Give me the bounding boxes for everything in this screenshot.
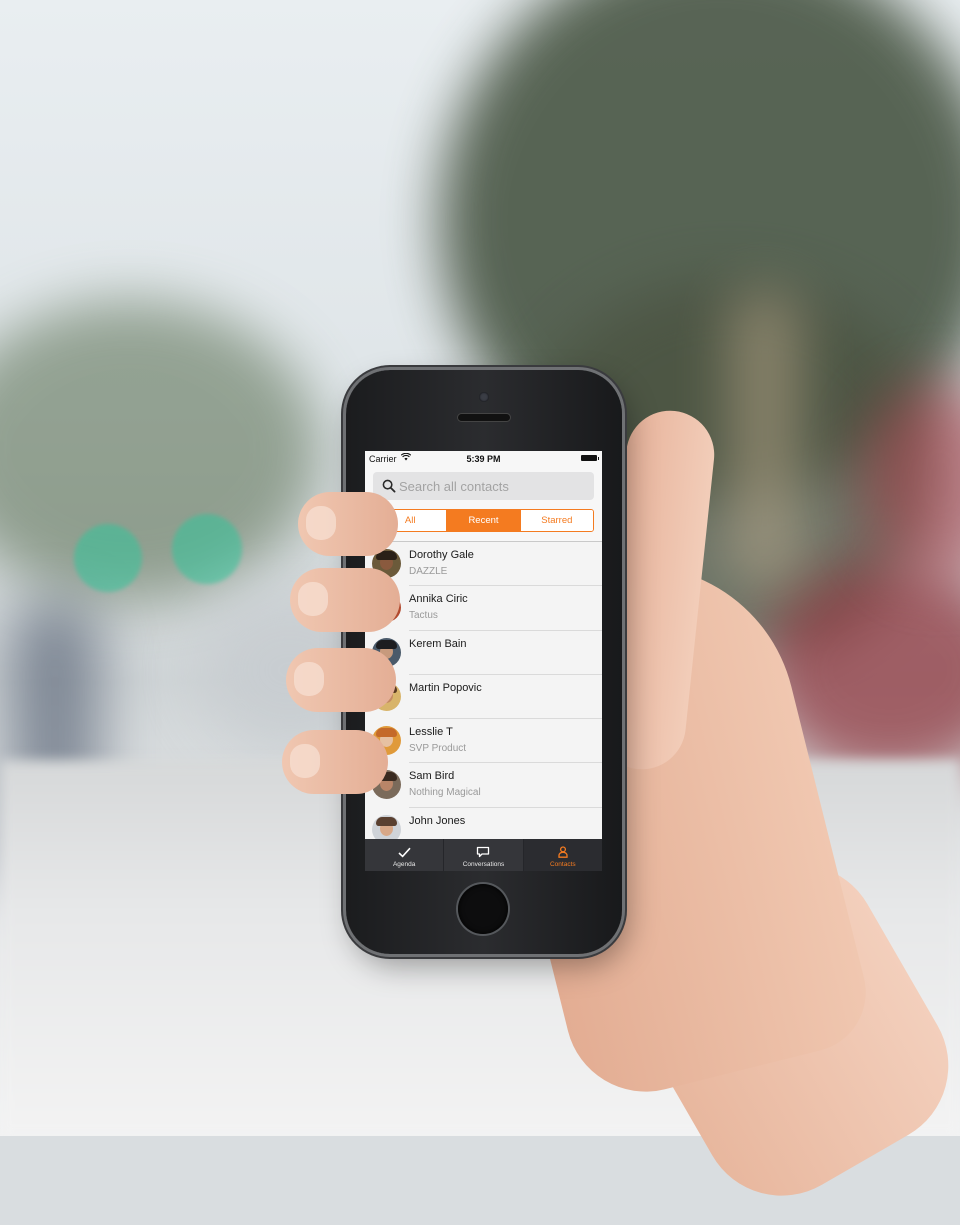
checkmark-icon	[398, 847, 411, 858]
contact-name: Dorothy Gale	[409, 549, 474, 561]
contact-name: Kerem Bain	[409, 637, 467, 650]
tab-label: Agenda	[392, 861, 416, 868]
contact-row[interactable]: Martin Popovic	[365, 675, 602, 720]
search-bar-container	[365, 467, 602, 503]
home-button[interactable]	[458, 884, 508, 934]
contact-name: Sam Bird	[409, 770, 455, 783]
contact-row[interactable]: Lesslie T SVP Product	[365, 719, 602, 764]
search-input[interactable]	[399, 478, 589, 494]
contact-row[interactable]: Kerem Bain	[365, 631, 602, 676]
segment-recent[interactable]: Recent	[447, 510, 521, 531]
chat-bubble-icon	[476, 846, 490, 858]
earpiece-speaker	[458, 414, 510, 421]
tab-bar: Agenda Conversations Contacts	[365, 839, 602, 871]
status-bar: Carrier 5:39 PM	[365, 451, 602, 467]
contact-subtitle: SVP Product	[409, 743, 467, 755]
contact-name: Lesslie T	[409, 726, 453, 739]
phone-screen: Carrier 5:39 PM All Recent Starred	[365, 451, 602, 871]
contact-row[interactable]: Dorothy Gale DAZZLE	[365, 542, 602, 587]
battery-icon	[581, 455, 599, 461]
contact-name: Annika Ciric	[409, 593, 468, 606]
tab-agenda[interactable]: Agenda	[365, 839, 445, 871]
person-icon	[558, 846, 568, 858]
contact-name: Martin Popovic	[409, 681, 482, 694]
contact-row[interactable]: Annika Ciric Tactus	[365, 586, 602, 631]
contact-list: Dorothy Gale DAZZLE Annika Ciric Tactus …	[365, 542, 602, 853]
contact-subtitle: Nothing Magical	[409, 787, 481, 799]
search-bar[interactable]	[373, 472, 594, 500]
status-time: 5:39 PM	[466, 454, 501, 464]
tab-label: Contacts	[549, 861, 576, 868]
tab-label: Conversations	[462, 861, 505, 868]
contact-subtitle: DAZZLE	[409, 566, 448, 577]
contact-subtitle: Tactus	[409, 610, 438, 622]
segment-control: All Recent Starred	[373, 509, 594, 532]
search-icon	[379, 479, 399, 493]
front-camera	[479, 392, 489, 402]
tab-conversations[interactable]: Conversations	[444, 839, 524, 871]
segment-control-container: All Recent Starred	[365, 503, 602, 542]
contact-row[interactable]: Sam Bird Nothing Magical	[365, 763, 602, 809]
tab-contacts[interactable]: Contacts	[523, 839, 602, 871]
contact-name: John Jones	[409, 814, 466, 827]
segment-starred[interactable]: Starred	[520, 510, 593, 531]
